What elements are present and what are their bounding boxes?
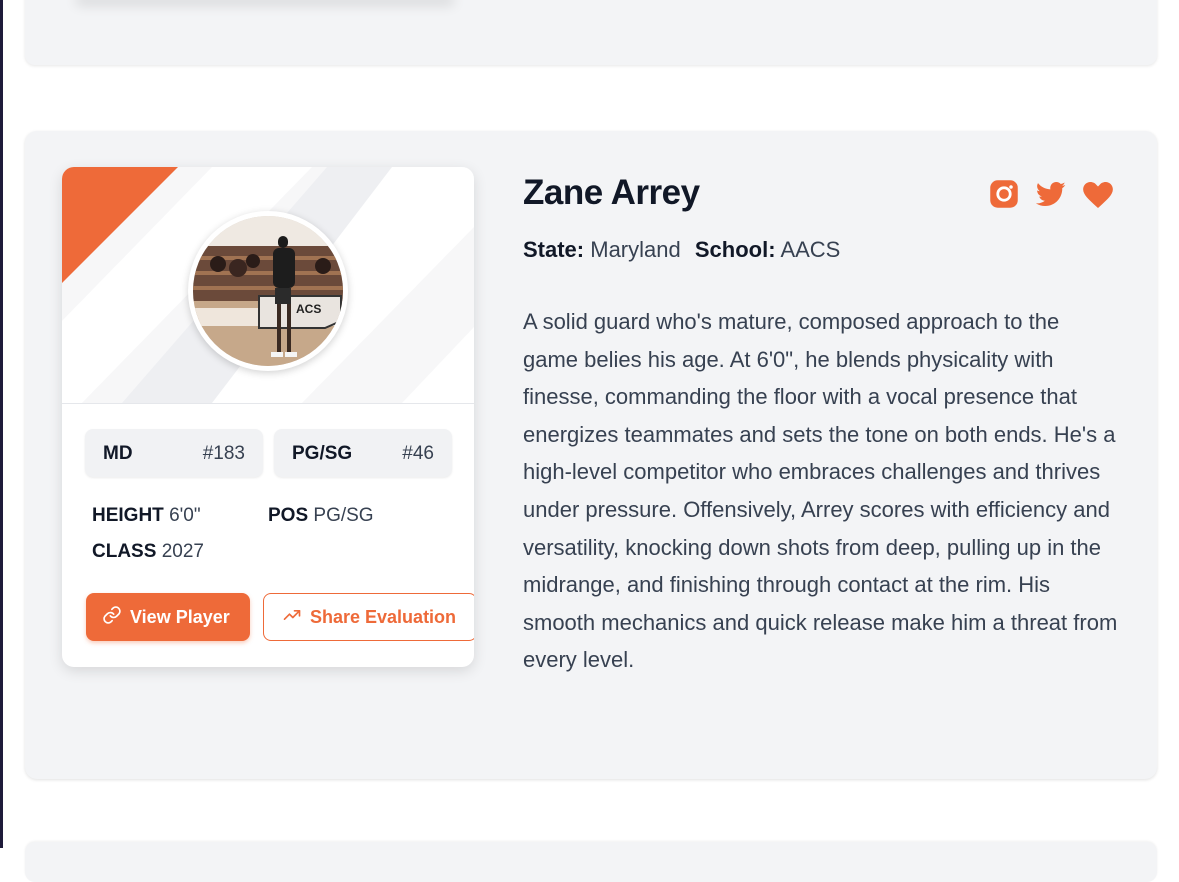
state-label: State: [523, 237, 585, 262]
position-label: POS [268, 505, 309, 526]
player-meta: State: Maryland School: AACS [523, 237, 840, 263]
position-rank: #46 [402, 443, 434, 464]
state-value: Maryland [590, 237, 681, 262]
position-value: PG/SG [313, 505, 374, 526]
class-stat: CLASS 2027 [92, 541, 204, 563]
page-edge [0, 0, 3, 848]
next-player-card [25, 842, 1157, 882]
player-bio: A solid guard who's mature, composed app… [523, 309, 1118, 673]
player-name: Zane Arrey [523, 173, 700, 212]
position-stat: POS PG/SG [268, 505, 374, 527]
height-value: 6'0" [169, 505, 201, 526]
previous-player-card [25, 0, 1157, 65]
school-value: AACS [780, 237, 841, 262]
height-label: HEIGHT [92, 505, 164, 526]
trending-up-icon [282, 605, 302, 630]
view-player-button[interactable]: View Player [86, 593, 250, 641]
share-evaluation-label: Share Evaluation [310, 606, 457, 627]
player-photo: ACS [193, 216, 343, 366]
view-player-label: View Player [130, 606, 230, 627]
class-label: CLASS [92, 541, 157, 562]
class-value: 2027 [161, 541, 204, 562]
link-icon [102, 605, 122, 630]
state-code: MD [103, 443, 133, 464]
twitter-icon[interactable] [1035, 181, 1066, 213]
school-label: School: [694, 237, 776, 262]
position-rank-chip: PG/SG #46 [274, 429, 452, 477]
heart-icon[interactable] [1083, 182, 1113, 213]
player-avatar: ACS [188, 211, 348, 371]
state-rank: #183 [202, 443, 245, 464]
profile-banner: ACS [62, 167, 474, 404]
player-card: ACS MD #183 PG/SG #46 HEIGHT 6'0" POS PG… [25, 131, 1157, 779]
height-stat: HEIGHT 6'0" [92, 505, 201, 527]
share-evaluation-button[interactable]: Share Evaluation [263, 593, 474, 641]
profile-card: ACS MD #183 PG/SG #46 HEIGHT 6'0" POS PG… [62, 167, 474, 667]
state-rank-chip: MD #183 [85, 429, 263, 477]
social-links [989, 179, 1119, 213]
instagram-icon[interactable] [989, 179, 1019, 214]
banner-lettering: ACS [296, 302, 321, 316]
position-code: PG/SG [292, 443, 353, 464]
